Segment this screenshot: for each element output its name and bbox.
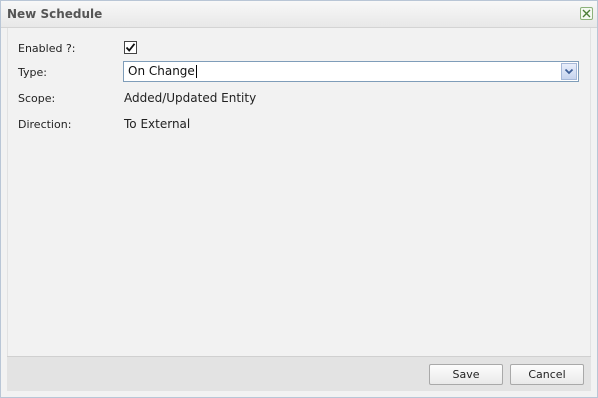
- chevron-down-icon: [564, 68, 574, 75]
- close-icon: [582, 9, 591, 18]
- enabled-label: Enabled ?:: [18, 42, 76, 55]
- save-button[interactable]: Save: [429, 364, 503, 385]
- scope-label: Scope:: [18, 92, 56, 105]
- close-button[interactable]: [580, 7, 593, 20]
- checkmark-icon: [125, 43, 136, 52]
- direction-value: To External: [124, 117, 191, 131]
- dialog-body: Enabled ?: Type: On Change Scope: Added/…: [7, 28, 591, 357]
- cancel-button[interactable]: Cancel: [510, 364, 584, 385]
- type-dropdown-button[interactable]: [561, 63, 577, 80]
- type-select[interactable]: On Change: [123, 61, 579, 82]
- direction-label: Direction:: [18, 118, 72, 131]
- dialog-titlebar: New Schedule: [1, 1, 597, 28]
- new-schedule-dialog: New Schedule Enabled ?: Type: On Change …: [0, 0, 598, 398]
- scope-value: Added/Updated Entity: [124, 91, 257, 105]
- type-label: Type:: [18, 66, 47, 79]
- enabled-checkbox[interactable]: [124, 41, 137, 54]
- dialog-footer: Save Cancel: [7, 356, 591, 391]
- dialog-title: New Schedule: [7, 7, 103, 21]
- type-select-value: On Change: [128, 64, 197, 78]
